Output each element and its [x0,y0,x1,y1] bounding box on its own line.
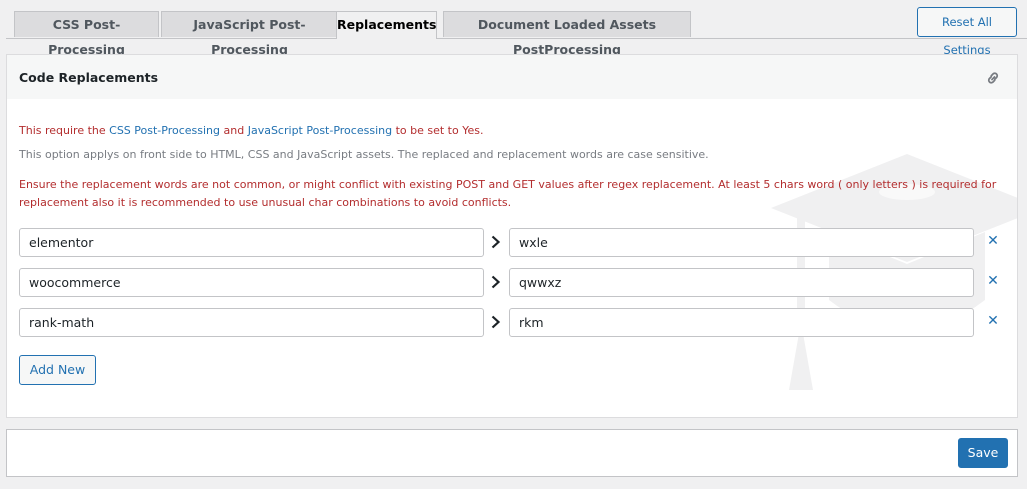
replace-to-input[interactable] [509,268,974,297]
tab-replacements[interactable]: Replacements [336,11,437,39]
link-icon[interactable] [985,70,1001,86]
footer-bar: Save [6,429,1018,477]
css-post-processing-link[interactable]: CSS Post-Processing [109,124,220,137]
warning-line-2: replacement also it is recommended to us… [19,196,512,209]
chevron-right-icon [491,275,501,289]
replace-from-input[interactable] [19,268,484,297]
replace-to-input[interactable] [509,228,974,257]
tab-css-post-processing[interactable]: CSS Post-Processing [14,11,159,57]
chevron-right-icon [491,315,501,329]
requirement-suffix: to be set to Yes. [392,124,484,137]
remove-row-icon[interactable]: ✕ [986,234,1000,248]
tab-javascript-post-processing[interactable]: JavaScript Post-Processing [161,11,338,57]
chevron-right-icon [491,235,501,249]
replace-from-input[interactable] [19,228,484,257]
tab-bar: CSS Post-Processing JavaScript Post-Proc… [6,0,1027,57]
replace-from-input[interactable] [19,308,484,337]
warning-line-1: Ensure the replacement words are not com… [19,178,997,191]
panel-header: Code Replacements [7,55,1017,99]
requirement-middle: and [220,124,248,137]
reset-all-settings-button[interactable]: Reset All Settings [917,7,1017,57]
remove-row-icon[interactable]: ✕ [986,314,1000,328]
add-new-button[interactable]: Add New [19,355,96,385]
code-replacements-panel: Code Replacements This require the CSS P… [6,54,1018,418]
requirement-notice: This require the CSS Post-Processing and… [19,122,483,139]
replace-to-input[interactable] [509,308,974,337]
tab-document-loaded-assets-postprocessing[interactable]: Document Loaded Assets PostProcessing [443,11,691,57]
javascript-post-processing-link[interactable]: JavaScript Post-Processing [248,124,392,137]
remove-row-icon[interactable]: ✕ [986,274,1000,288]
panel-title: Code Replacements [19,70,159,85]
requirement-prefix: This require the [19,124,110,137]
info-text: This option applys on front side to HTML… [19,148,709,161]
save-button[interactable]: Save [958,438,1008,468]
